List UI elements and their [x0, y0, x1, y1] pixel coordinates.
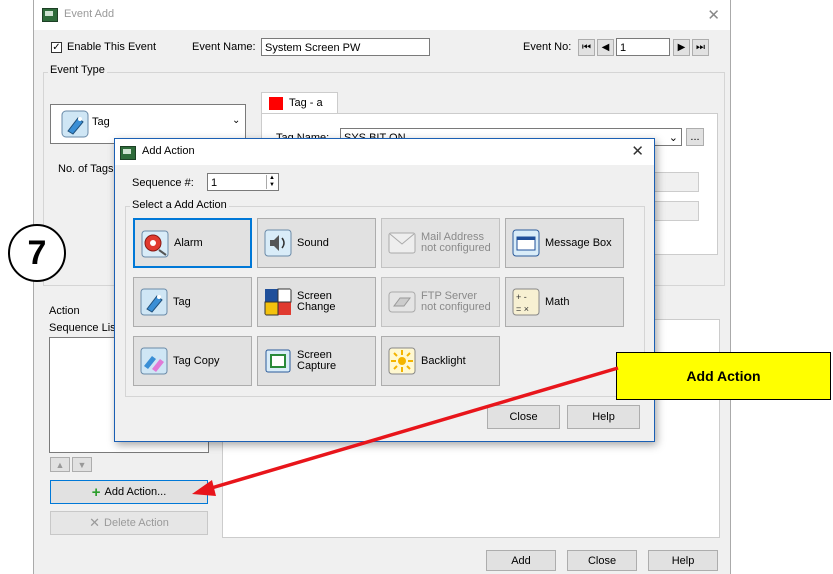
- svg-text:+ -: + -: [516, 292, 527, 302]
- math-icon: + - = ×: [512, 288, 540, 316]
- first-event-button[interactable]: ⏮: [578, 39, 595, 56]
- delete-action-label: Delete Action: [104, 517, 169, 529]
- dialog-help-button[interactable]: Help: [567, 405, 640, 429]
- dialog-title-bar: Add Action ✕: [115, 139, 654, 165]
- window-title: Event Add: [64, 8, 115, 20]
- action-button-label: Sound: [297, 236, 329, 249]
- plus-icon: +: [91, 483, 101, 501]
- tab-tag-a-label: Tag - a: [289, 97, 323, 109]
- event-name-label: Event Name:: [192, 41, 256, 53]
- enable-checkbox[interactable]: ✓: [51, 42, 62, 53]
- step-number-badge: 7: [8, 224, 66, 282]
- prev-event-button[interactable]: ◀: [597, 39, 614, 56]
- mail-icon: [388, 232, 416, 254]
- event-no-input[interactable]: 1: [616, 38, 670, 56]
- next-event-button[interactable]: ▶: [673, 39, 690, 56]
- event-name-input[interactable]: System Screen PW: [261, 38, 430, 56]
- dialog-close-button[interactable]: Close: [487, 405, 560, 429]
- delete-icon: ✕: [89, 515, 101, 530]
- action-button-screen[interactable]: Screen Change: [257, 277, 376, 327]
- sequence-value: 1: [211, 177, 218, 189]
- chevron-down-icon: ⌄: [232, 115, 241, 126]
- tab-tag-a[interactable]: Tag - a: [261, 92, 338, 114]
- help-button[interactable]: Help: [648, 550, 718, 571]
- event-type-label: Event Type: [48, 64, 107, 76]
- action-button-tag[interactable]: Tag: [133, 277, 252, 327]
- move-down-button[interactable]: ▼: [72, 457, 92, 472]
- close-icon[interactable]: ✕: [707, 6, 720, 24]
- add-action-dialog: Add Action ✕ Sequence #: 1 ▲ ▼ Select a A…: [114, 138, 655, 442]
- title-bar: Event Add ✕: [34, 0, 730, 30]
- tag-color-swatch: [269, 97, 283, 110]
- readonly-field: [649, 172, 699, 192]
- delete-action-button[interactable]: ✕ Delete Action: [50, 511, 208, 535]
- tag-copy-icon: [140, 347, 168, 375]
- action-button-backlight[interactable]: Backlight: [381, 336, 500, 386]
- action-button-message-box[interactable]: Message Box: [505, 218, 624, 268]
- action-button-ftp-server[interactable]: FTP Server not configured: [381, 277, 500, 327]
- svg-text:= ×: = ×: [516, 304, 529, 314]
- tag-icon: [140, 288, 168, 316]
- dialog-title: Add Action: [142, 145, 195, 157]
- add-action-callout: Add Action: [616, 352, 831, 400]
- event-no-label: Event No:: [523, 41, 572, 53]
- browse-button[interactable]: ...: [686, 128, 704, 146]
- action-button-label: Alarm: [174, 236, 203, 249]
- action-button-label: Tag: [173, 295, 191, 308]
- action-button-screen[interactable]: Screen Capture: [257, 336, 376, 386]
- add-action-button[interactable]: + Add Action...: [50, 480, 208, 504]
- sequence-label: Sequence #:: [132, 177, 194, 189]
- readonly-field: [649, 201, 699, 221]
- screen-capture-icon: [265, 349, 291, 373]
- add-action-label: Add Action...: [104, 486, 167, 498]
- app-icon: [120, 146, 136, 160]
- action-button-alarm[interactable]: Alarm: [133, 218, 252, 268]
- chevron-down-icon: ⌄: [668, 132, 678, 144]
- action-button-label: Screen Capture: [297, 349, 337, 372]
- action-button-label: Screen Change: [297, 290, 336, 313]
- action-button-label: Backlight: [421, 354, 466, 367]
- ftp-icon: [388, 291, 416, 313]
- close-button[interactable]: Close: [567, 550, 637, 571]
- action-button-label: Message Box: [545, 236, 612, 249]
- action-label: Action: [49, 305, 80, 317]
- sound-icon: [264, 229, 292, 257]
- app-icon: [42, 8, 58, 22]
- spinner-icon[interactable]: ▲ ▼: [266, 175, 277, 189]
- screen-change-icon: [264, 288, 292, 316]
- sequence-list-label: Sequence Lis: [49, 322, 116, 334]
- select-action-label: Select a Add Action: [130, 199, 229, 211]
- action-button-label: Math: [545, 295, 570, 308]
- action-button-label: FTP Server not configured: [421, 290, 491, 313]
- add-button[interactable]: Add: [486, 550, 556, 571]
- backlight-icon: [388, 347, 416, 375]
- action-button-math[interactable]: + - = × Math: [505, 277, 624, 327]
- no-of-tags-label: No. of Tags:: [58, 163, 117, 175]
- last-event-button[interactable]: ⏭: [692, 39, 709, 56]
- action-button-label: Mail Address not configured: [421, 231, 491, 254]
- action-button-sound[interactable]: Sound: [257, 218, 376, 268]
- move-up-button[interactable]: ▲: [50, 457, 70, 472]
- alarm-icon: [141, 230, 169, 258]
- close-icon[interactable]: ✕: [631, 142, 644, 160]
- message-box-icon: [512, 229, 540, 257]
- enable-label: Enable This Event: [67, 41, 157, 53]
- event-type-value: Tag: [92, 116, 110, 128]
- action-button-tag-copy[interactable]: Tag Copy: [133, 336, 252, 386]
- tag-icon: [61, 110, 89, 138]
- sequence-input[interactable]: 1 ▲ ▼: [207, 173, 279, 191]
- action-button-mail-address[interactable]: Mail Address not configured: [381, 218, 500, 268]
- action-button-label: Tag Copy: [173, 354, 220, 367]
